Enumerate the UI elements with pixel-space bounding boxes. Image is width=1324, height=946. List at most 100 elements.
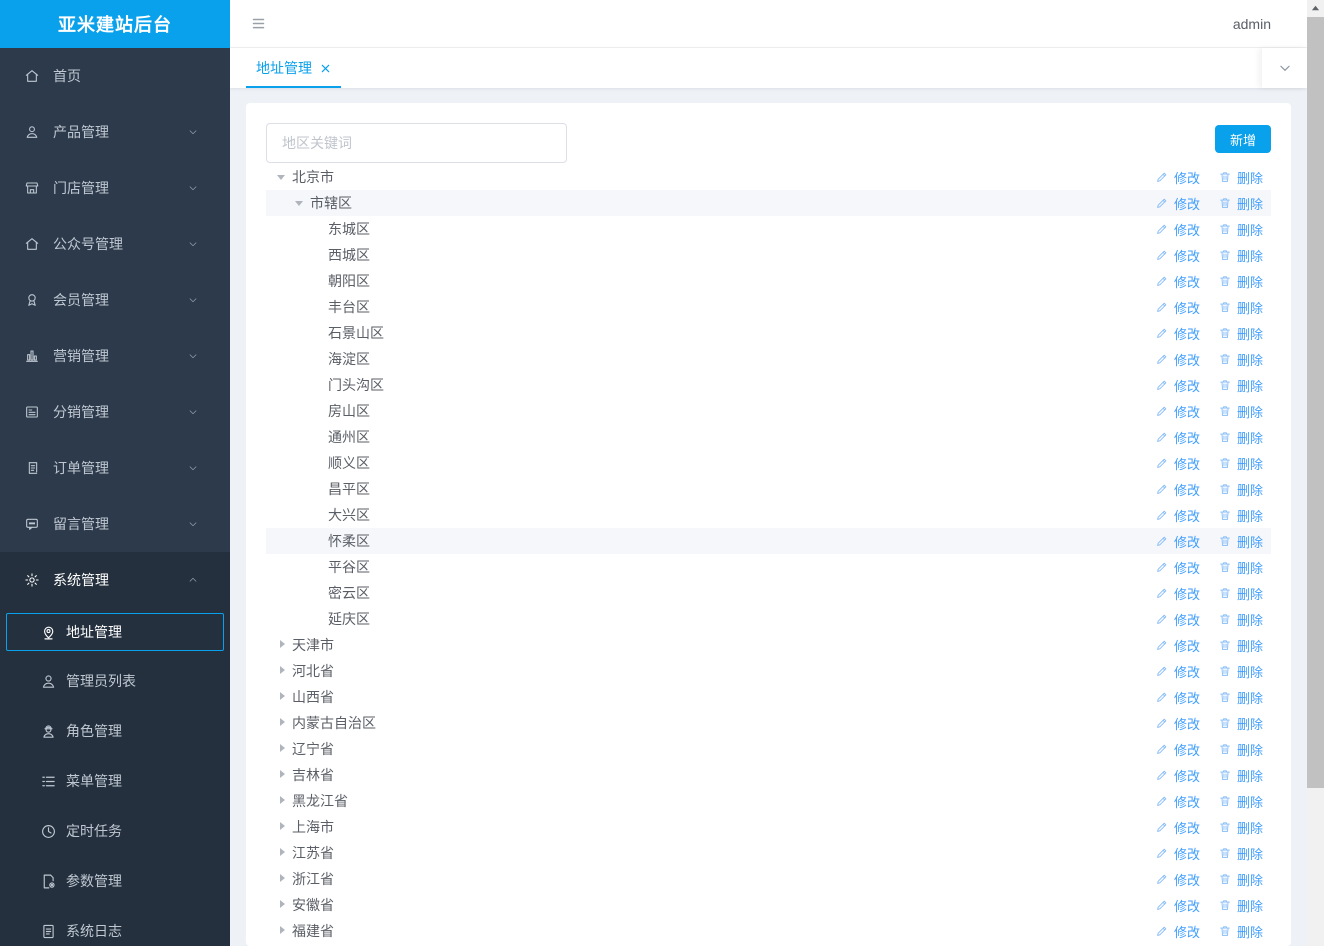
delete-link[interactable]: 删除 (1218, 922, 1263, 941)
delete-link[interactable]: 删除 (1218, 870, 1263, 889)
delete-link[interactable]: 删除 (1218, 636, 1263, 655)
edit-link[interactable]: 修改 (1155, 506, 1200, 525)
scrollbar-thumb[interactable] (1307, 17, 1324, 788)
tree-row[interactable]: 西城区 修改 删除 (266, 242, 1271, 268)
delete-link[interactable]: 删除 (1218, 584, 1263, 603)
caret-down-icon[interactable] (292, 195, 308, 211)
edit-link[interactable]: 修改 (1155, 610, 1200, 629)
caret-down-icon[interactable] (274, 169, 290, 185)
sidebar-item-message[interactable]: 留言管理 (0, 496, 230, 552)
caret-right-icon[interactable] (274, 767, 290, 783)
delete-link[interactable]: 删除 (1218, 558, 1263, 577)
tree-row[interactable]: 密云区 修改 删除 (266, 580, 1271, 606)
delete-link[interactable]: 删除 (1218, 766, 1263, 785)
tree-row[interactable]: 市辖区 修改 删除 (266, 190, 1271, 216)
tree-row[interactable]: 昌平区 修改 删除 (266, 476, 1271, 502)
sidebar-subitem-cron[interactable]: 定时任务 (0, 806, 230, 856)
sidebar-item-member[interactable]: 会员管理 (0, 272, 230, 328)
tab-close-icon[interactable] (320, 63, 331, 74)
tree-row[interactable]: 天津市 修改 删除 (266, 632, 1271, 658)
edit-link[interactable]: 修改 (1155, 896, 1200, 915)
sidebar-subitem-menu[interactable]: 菜单管理 (0, 756, 230, 806)
sidebar-item-product[interactable]: 产品管理 (0, 104, 230, 160)
caret-right-icon[interactable] (274, 689, 290, 705)
delete-link[interactable]: 删除 (1218, 376, 1263, 395)
delete-link[interactable]: 删除 (1218, 740, 1263, 759)
tree-row[interactable]: 大兴区 修改 删除 (266, 502, 1271, 528)
edit-link[interactable]: 修改 (1155, 870, 1200, 889)
edit-link[interactable]: 修改 (1155, 662, 1200, 681)
scrollbar-up-arrow[interactable] (1307, 0, 1324, 17)
edit-link[interactable]: 修改 (1155, 740, 1200, 759)
caret-right-icon[interactable] (274, 845, 290, 861)
delete-link[interactable]: 删除 (1218, 454, 1263, 473)
edit-link[interactable]: 修改 (1155, 350, 1200, 369)
caret-right-icon[interactable] (274, 819, 290, 835)
delete-link[interactable]: 删除 (1218, 506, 1263, 525)
edit-link[interactable]: 修改 (1155, 766, 1200, 785)
delete-link[interactable]: 删除 (1218, 818, 1263, 837)
sidebar-subitem-params[interactable]: 参数管理 (0, 856, 230, 906)
caret-right-icon[interactable] (274, 637, 290, 653)
delete-link[interactable]: 删除 (1218, 792, 1263, 811)
caret-right-icon[interactable] (274, 793, 290, 809)
delete-link[interactable]: 删除 (1218, 220, 1263, 239)
sidebar-subitem-log[interactable]: 系统日志 (0, 906, 230, 946)
edit-link[interactable]: 修改 (1155, 558, 1200, 577)
delete-link[interactable]: 删除 (1218, 428, 1263, 447)
edit-link[interactable]: 修改 (1155, 818, 1200, 837)
edit-link[interactable]: 修改 (1155, 220, 1200, 239)
delete-link[interactable]: 删除 (1218, 662, 1263, 681)
tab-address-management[interactable]: 地址管理 (246, 48, 341, 88)
edit-link[interactable]: 修改 (1155, 688, 1200, 707)
sidebar-subitem-address[interactable]: 地址管理 (6, 613, 224, 651)
edit-link[interactable]: 修改 (1155, 792, 1200, 811)
tree-row[interactable]: 山西省 修改 删除 (266, 684, 1271, 710)
sidebar-item-marketing[interactable]: 营销管理 (0, 328, 230, 384)
delete-link[interactable]: 删除 (1218, 298, 1263, 317)
tree-row[interactable]: 石景山区 修改 删除 (266, 320, 1271, 346)
edit-link[interactable]: 修改 (1155, 584, 1200, 603)
edit-link[interactable]: 修改 (1155, 246, 1200, 265)
caret-right-icon[interactable] (274, 871, 290, 887)
sidebar-item-distribution[interactable]: 分销管理 (0, 384, 230, 440)
edit-link[interactable]: 修改 (1155, 324, 1200, 343)
tree-row[interactable]: 福建省 修改 删除 (266, 918, 1271, 944)
delete-link[interactable]: 删除 (1218, 688, 1263, 707)
tree-row[interactable]: 顺义区 修改 删除 (266, 450, 1271, 476)
tree-row[interactable]: 浙江省 修改 删除 (266, 866, 1271, 892)
delete-link[interactable]: 删除 (1218, 350, 1263, 369)
caret-right-icon[interactable] (274, 715, 290, 731)
tree-row[interactable]: 上海市 修改 删除 (266, 814, 1271, 840)
delete-link[interactable]: 删除 (1218, 194, 1263, 213)
delete-link[interactable]: 删除 (1218, 610, 1263, 629)
delete-link[interactable]: 删除 (1218, 480, 1263, 499)
tree-row[interactable]: 安徽省 修改 删除 (266, 892, 1271, 918)
sidebar-item-system[interactable]: 系统管理 (0, 552, 230, 608)
sidebar-subitem-role[interactable]: 角色管理 (0, 706, 230, 756)
caret-right-icon[interactable] (274, 741, 290, 757)
tree-row[interactable]: 江苏省 修改 删除 (266, 840, 1271, 866)
edit-link[interactable]: 修改 (1155, 714, 1200, 733)
edit-link[interactable]: 修改 (1155, 532, 1200, 551)
tree-row[interactable]: 辽宁省 修改 删除 (266, 736, 1271, 762)
tree-row[interactable]: 海淀区 修改 删除 (266, 346, 1271, 372)
delete-link[interactable]: 删除 (1218, 246, 1263, 265)
tree-row[interactable]: 北京市 修改 删除 (266, 164, 1271, 190)
edit-link[interactable]: 修改 (1155, 480, 1200, 499)
user-name[interactable]: admin (1233, 16, 1271, 32)
delete-link[interactable]: 删除 (1218, 168, 1263, 187)
tree-row[interactable]: 房山区 修改 删除 (266, 398, 1271, 424)
caret-right-icon[interactable] (274, 663, 290, 679)
delete-link[interactable]: 删除 (1218, 896, 1263, 915)
delete-link[interactable]: 删除 (1218, 272, 1263, 291)
tree-row[interactable]: 平谷区 修改 删除 (266, 554, 1271, 580)
caret-right-icon[interactable] (274, 897, 290, 913)
caret-right-icon[interactable] (274, 923, 290, 939)
sidebar-item-order[interactable]: 订单管理 (0, 440, 230, 496)
tree-row[interactable]: 丰台区 修改 删除 (266, 294, 1271, 320)
tree-row[interactable]: 怀柔区 修改 删除 (266, 528, 1271, 554)
delete-link[interactable]: 删除 (1218, 324, 1263, 343)
tree-row[interactable]: 东城区 修改 删除 (266, 216, 1271, 242)
tree-row[interactable]: 朝阳区 修改 删除 (266, 268, 1271, 294)
